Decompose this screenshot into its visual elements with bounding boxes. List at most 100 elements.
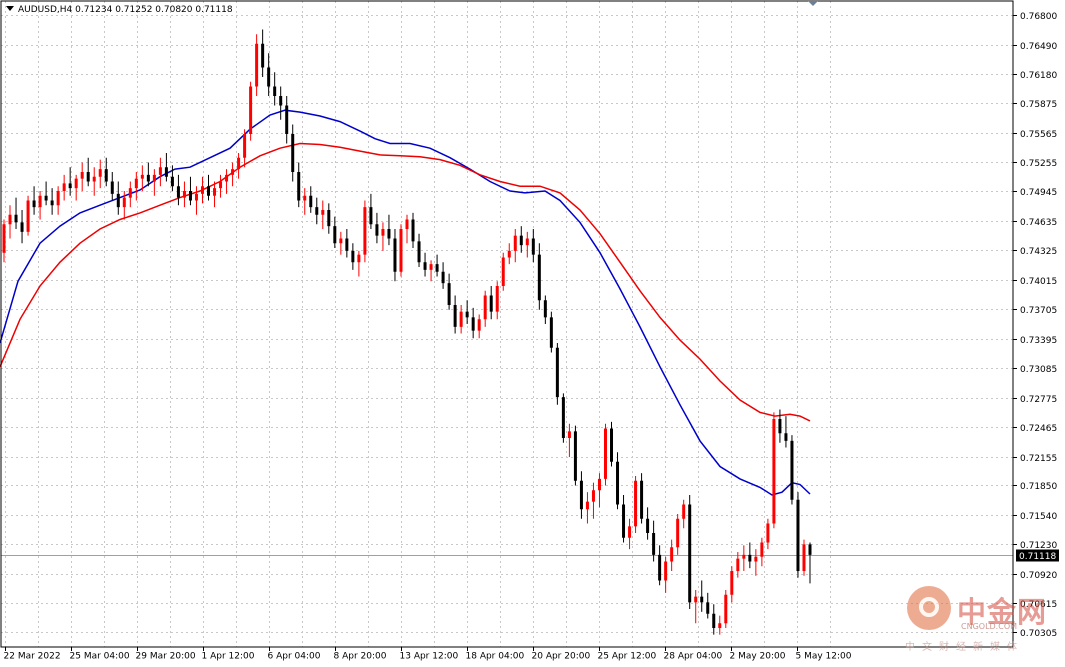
candle-body xyxy=(110,181,114,194)
candle-body xyxy=(158,167,162,175)
candle-body xyxy=(489,295,493,312)
candle xyxy=(194,186,198,215)
candle xyxy=(32,186,36,215)
candle xyxy=(513,229,517,263)
candle-body xyxy=(20,222,24,232)
candle xyxy=(597,473,601,508)
x-tick-label: 6 Apr 04:00 xyxy=(268,652,321,662)
candle xyxy=(519,226,523,253)
candle-body xyxy=(62,183,66,191)
candle-body xyxy=(603,428,607,479)
y-tick-label: 0.74945 xyxy=(1020,188,1057,198)
candle xyxy=(14,197,18,229)
candle xyxy=(429,260,433,282)
candle-body xyxy=(802,544,806,571)
candle-body xyxy=(44,195,48,201)
candle-body xyxy=(369,207,373,225)
candle-body xyxy=(32,200,36,208)
candle xyxy=(501,252,505,291)
candle-body xyxy=(423,262,427,270)
candle xyxy=(682,499,686,529)
candle xyxy=(634,476,638,533)
candle-body xyxy=(14,214,18,223)
candle-body xyxy=(790,440,794,500)
candle-body xyxy=(441,271,445,284)
candle xyxy=(471,307,475,339)
candle xyxy=(537,243,541,310)
candle-body xyxy=(225,174,229,182)
candle xyxy=(369,193,373,229)
x-tick-label: 22 Mar 2022 xyxy=(4,652,61,662)
candle-body xyxy=(50,200,54,206)
candle xyxy=(784,416,788,448)
candle-body xyxy=(297,172,301,201)
candle-body xyxy=(327,210,331,227)
candle-body xyxy=(249,86,253,134)
candle-body xyxy=(688,504,692,603)
current-price-marker: 0.71118 xyxy=(1016,549,1059,562)
candle xyxy=(465,300,469,324)
price-chart[interactable]: 0.76800 0.76490 0.76180 0.75875 0.75565 0.752… xyxy=(0,0,1065,663)
candle xyxy=(640,473,644,524)
x-tick-label: 5 May 12:00 xyxy=(796,652,852,662)
candle xyxy=(646,507,650,540)
candle-body xyxy=(646,518,650,533)
candle xyxy=(742,545,746,571)
x-tick-label: 20 Apr 20:00 xyxy=(532,652,591,662)
candle xyxy=(561,393,565,443)
candle-body xyxy=(766,523,770,543)
x-tick-label: 25 Apr 12:00 xyxy=(598,652,657,662)
candle-body xyxy=(405,219,409,229)
candle-body xyxy=(140,174,144,179)
candle xyxy=(351,243,355,270)
current-price-label: 0.71118 xyxy=(1019,552,1056,562)
candle-body xyxy=(116,193,120,208)
candle xyxy=(778,409,782,443)
candle-body xyxy=(706,602,710,614)
candle-body xyxy=(622,504,626,538)
candle-body xyxy=(357,254,361,263)
candle xyxy=(712,604,716,635)
candle xyxy=(754,549,758,576)
candle-body xyxy=(682,504,686,519)
candlestick-chart-svg[interactable]: 0.76800 0.76490 0.76180 0.75875 0.75565 0.752… xyxy=(0,0,1065,663)
watermark-logo: 中金网 CNGOLD.COM 中文财经新媒体 xyxy=(905,586,1065,653)
collapse-arrow-icon[interactable] xyxy=(6,6,14,11)
candle-body xyxy=(200,186,204,194)
candle-body xyxy=(712,613,716,628)
y-tick-label: 0.75255 xyxy=(1020,159,1057,169)
candle xyxy=(489,286,493,320)
candle-body xyxy=(471,317,475,331)
chart-shift-marker-icon[interactable] xyxy=(808,1,818,6)
candle-body xyxy=(555,347,559,398)
candle-body xyxy=(628,526,632,538)
candle-body xyxy=(399,229,403,272)
candle-body xyxy=(453,305,457,327)
candle xyxy=(219,174,223,198)
y-tick-label: 0.71540 xyxy=(1020,512,1057,522)
candle xyxy=(796,492,800,578)
candle xyxy=(748,542,752,569)
candle-body xyxy=(579,480,583,510)
candle xyxy=(80,162,84,191)
candle-body xyxy=(303,195,307,201)
candle xyxy=(567,423,571,457)
candle xyxy=(760,537,764,567)
candle xyxy=(44,181,48,206)
candle xyxy=(628,518,632,550)
candle-body xyxy=(26,200,30,232)
candle-body xyxy=(164,167,168,177)
candle-body xyxy=(730,571,734,595)
candle xyxy=(345,229,349,258)
candle xyxy=(26,195,30,236)
y-tick-label: 0.70920 xyxy=(1020,571,1057,581)
moving-average-line xyxy=(0,109,811,496)
candle-body xyxy=(567,431,571,438)
x-tick-label: 18 Apr 04:00 xyxy=(466,652,525,662)
candle-body xyxy=(760,542,764,557)
candle xyxy=(339,231,343,255)
candle xyxy=(62,174,66,201)
candle xyxy=(393,229,397,282)
candle xyxy=(116,181,120,215)
candle-body xyxy=(104,169,108,182)
